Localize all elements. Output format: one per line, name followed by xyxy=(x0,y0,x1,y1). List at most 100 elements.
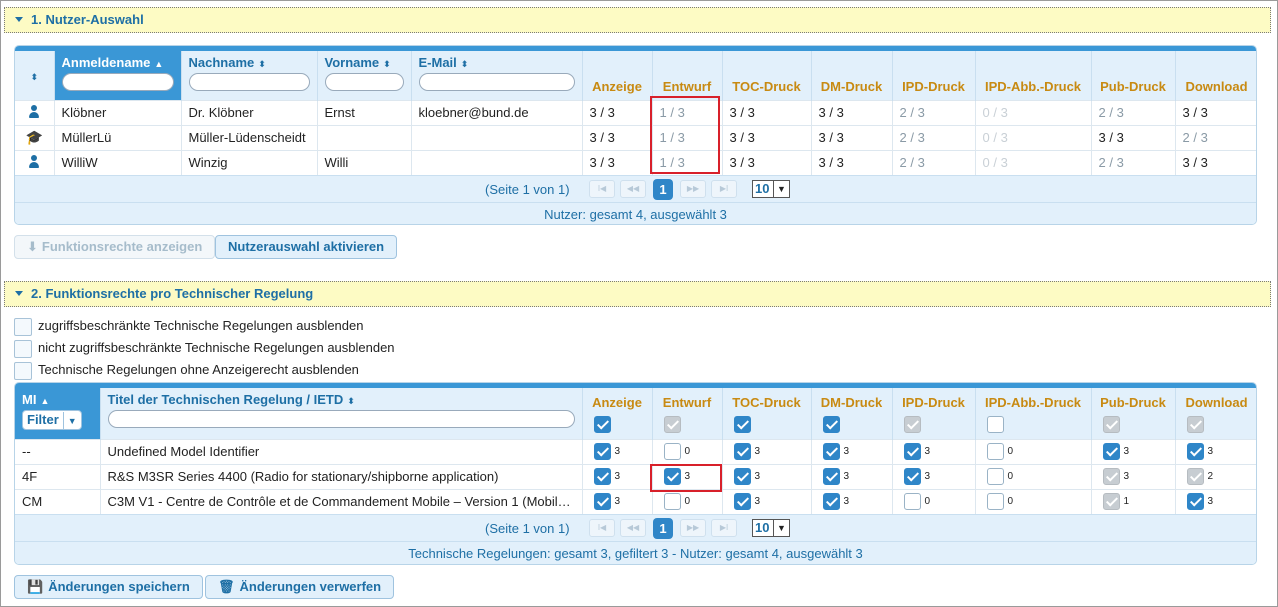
page-size-select[interactable]: 10 ▼ xyxy=(752,519,790,537)
column-label: Entwurf xyxy=(662,395,712,411)
select-all-checkbox[interactable] xyxy=(903,415,921,433)
prev-page-button[interactable]: ◀◀ xyxy=(620,180,646,198)
cell-permission: 3 xyxy=(582,488,653,514)
select-all-checkbox[interactable] xyxy=(822,415,840,433)
table-row[interactable]: -- Undefined Model Identifier 3 0 3 3 3 0 3 3 xyxy=(15,438,1256,464)
checkbox[interactable] xyxy=(14,339,32,358)
table-row[interactable]: CM C3M V1 - Centre de Contrôle et de Comm… xyxy=(15,488,1256,514)
lastname-filter-input[interactable] xyxy=(188,73,310,91)
permission-checkbox[interactable] xyxy=(733,443,751,461)
cell-permission: 3 xyxy=(811,463,893,489)
permission-checkbox[interactable] xyxy=(1102,493,1120,511)
title-filter-input[interactable] xyxy=(107,410,575,428)
permission-checkbox[interactable] xyxy=(822,493,840,511)
trash-icon: 🗑 xyxy=(218,579,235,594)
cell-permission: 3 xyxy=(722,438,812,464)
page-size-select[interactable]: 10 ▼ xyxy=(752,180,790,198)
rules-table: MI ▲ Filter ▼ Titel der Technischen Regelun… xyxy=(14,382,1257,565)
cell-mi: -- xyxy=(15,438,101,464)
prev-page-button[interactable]: ◀◀ xyxy=(620,519,646,537)
select-all-checkbox[interactable] xyxy=(1102,415,1120,433)
permission-checkbox[interactable] xyxy=(593,443,611,461)
permission-checkbox[interactable] xyxy=(733,468,751,486)
permission-checkbox[interactable] xyxy=(903,468,921,486)
current-page-button[interactable]: 1 xyxy=(653,179,673,200)
column-header-ipd: IPD-Druck xyxy=(892,388,976,439)
cell-pub: 3 / 3 xyxy=(1091,124,1176,150)
permission-count: 3 xyxy=(754,471,761,483)
user-pager: (Seite 1 von 1) I◀ ◀◀ 1 ▶▶ ▶I 10 ▼ xyxy=(15,175,1256,202)
permission-checkbox[interactable] xyxy=(593,493,611,511)
checkbox[interactable] xyxy=(14,317,32,336)
chevron-down-icon: ▼ xyxy=(773,181,789,197)
cell-ipdabb: 0 / 3 xyxy=(975,124,1092,150)
cell-permission: 3 xyxy=(722,488,812,514)
login-filter-input[interactable] xyxy=(61,73,174,91)
last-page-button[interactable]: ▶I xyxy=(711,519,737,537)
select-all-checkbox[interactable] xyxy=(593,415,611,433)
permission-checkbox[interactable] xyxy=(663,493,681,511)
table-row[interactable]: WilliW Winzig Willi 3 / 31 / 33 / 33 / 32 /… xyxy=(15,149,1256,175)
highlight-box xyxy=(650,464,722,492)
select-all-sort-header[interactable]: ⬍ xyxy=(15,51,55,100)
permission-checkbox[interactable] xyxy=(1186,468,1204,486)
permission-checkbox[interactable] xyxy=(822,468,840,486)
permission-checkbox[interactable] xyxy=(986,443,1004,461)
last-page-button[interactable]: ▶I xyxy=(711,180,737,198)
next-page-button[interactable]: ▶▶ xyxy=(680,519,706,537)
cell-permission: 0 xyxy=(975,438,1092,464)
column-header-lastname[interactable]: Nachname ⬍ xyxy=(181,51,318,100)
permission-checkbox[interactable] xyxy=(986,468,1004,486)
column-header-login[interactable]: Anmeldename ▲ xyxy=(54,51,182,100)
checkbox[interactable] xyxy=(14,361,32,380)
section-header-rights[interactable]: 2. Funktionsrechte pro Technischer Regel… xyxy=(4,281,1271,307)
select-all-checkbox[interactable] xyxy=(733,415,751,433)
chevron-down-icon: ▼ xyxy=(62,412,77,430)
cell-ipdabb: 0 / 3 xyxy=(975,149,1092,175)
discard-changes-button[interactable]: 🗑 Änderungen verwerfen xyxy=(205,575,395,599)
permission-checkbox[interactable] xyxy=(903,493,921,511)
next-page-button[interactable]: ▶▶ xyxy=(680,180,706,198)
permission-count: 3 xyxy=(924,471,931,483)
permission-checkbox[interactable] xyxy=(822,443,840,461)
permission-checkbox[interactable] xyxy=(903,443,921,461)
email-filter-input[interactable] xyxy=(418,73,575,91)
column-header-title[interactable]: Titel der Technischen Regelung / IETD ⬍ xyxy=(100,388,583,439)
section-header-user-selection[interactable]: 1. Nutzer-Auswahl xyxy=(4,7,1271,33)
page-info: (Seite 1 von 1) xyxy=(485,521,570,536)
user-icon xyxy=(28,154,40,168)
permission-checkbox[interactable] xyxy=(1102,468,1120,486)
option-hide-no-display[interactable]: Technische Regelungen ohne Anzeigerecht … xyxy=(14,361,359,380)
cell-mi: 4F xyxy=(15,463,101,489)
select-all-checkbox[interactable] xyxy=(1186,415,1204,433)
first-page-button[interactable]: I◀ xyxy=(589,519,615,537)
show-rights-button[interactable]: ⬇ Funktionsrechte anzeigen xyxy=(14,235,216,259)
permission-checkbox[interactable] xyxy=(593,468,611,486)
firstname-filter-input[interactable] xyxy=(324,73,404,91)
select-all-checkbox[interactable] xyxy=(663,415,681,433)
cell-anzeige: 3 / 3 xyxy=(582,149,653,175)
permission-checkbox[interactable] xyxy=(1186,493,1204,511)
first-page-button[interactable]: I◀ xyxy=(589,180,615,198)
select-all-checkbox[interactable] xyxy=(986,415,1004,433)
current-page-button[interactable]: 1 xyxy=(653,518,673,539)
option-hide-unrestricted[interactable]: nicht zugriffsbeschränkte Technische Reg… xyxy=(14,339,395,358)
column-header-email[interactable]: E-Mail ⬍ xyxy=(411,51,583,100)
activate-selection-button[interactable]: Nutzerauswahl aktivieren xyxy=(215,235,398,259)
save-changes-button[interactable]: 💾 Änderungen speichern xyxy=(14,575,203,599)
section-title: 1. Nutzer-Auswahl xyxy=(31,12,144,27)
permission-checkbox[interactable] xyxy=(986,493,1004,511)
table-row[interactable]: 🎓 MüllerLü Müller-Lüdenscheidt 3 / 31 / 33 … xyxy=(15,124,1256,150)
filter-dropdown-button[interactable]: Filter ▼ xyxy=(22,410,82,430)
permission-checkbox[interactable] xyxy=(1186,443,1204,461)
cell-lastname: Winzig xyxy=(181,149,318,175)
column-header-firstname[interactable]: Vorname ⬍ xyxy=(317,51,412,100)
option-hide-restricted[interactable]: zugriffsbeschränkte Technische Regelunge… xyxy=(14,317,363,336)
table-row[interactable]: Klöbner Dr. Klöbner Ernst kloebner@bund.de 3… xyxy=(15,99,1256,125)
permission-checkbox[interactable] xyxy=(733,493,751,511)
column-header-mi[interactable]: MI ▲ Filter ▼ xyxy=(15,388,101,439)
cell-permission: 3 xyxy=(1091,438,1176,464)
table-row[interactable]: 4F R&S M3SR Series 4400 (Radio for statio… xyxy=(15,463,1256,489)
permission-checkbox[interactable] xyxy=(663,443,681,461)
permission-checkbox[interactable] xyxy=(1102,443,1120,461)
